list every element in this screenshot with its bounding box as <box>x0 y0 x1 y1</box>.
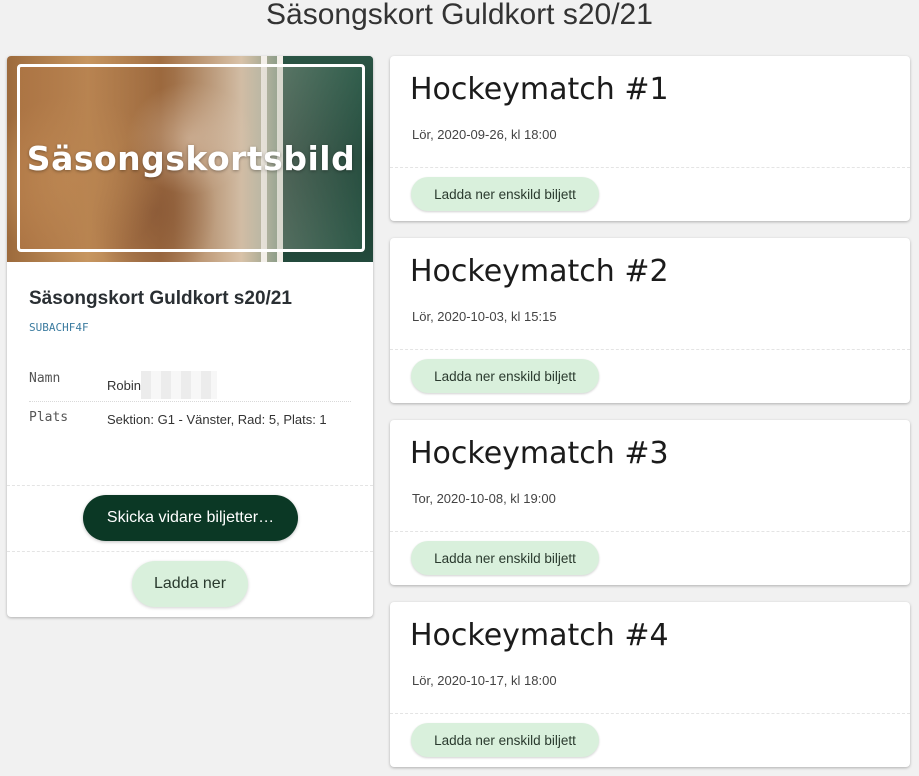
info-value-name: Robin <box>107 371 347 399</box>
download-button[interactable]: Ladda ner <box>132 561 248 607</box>
season-card-image: Säsongskortsbild <box>7 56 373 262</box>
match-date: Lör, 2020-10-17, kl 18:00 <box>412 673 557 688</box>
match-date: Lör, 2020-10-03, kl 15:15 <box>412 309 557 324</box>
match-date: Tor, 2020-10-08, kl 19:00 <box>412 491 556 506</box>
match-date: Lör, 2020-09-26, kl 18:00 <box>412 127 557 142</box>
info-label-place: Plats <box>29 410 69 425</box>
info-label-name: Namn <box>29 371 61 386</box>
download-single-ticket-button[interactable]: Ladda ner enskild biljett <box>411 177 599 211</box>
divider <box>390 713 910 714</box>
forward-tickets-button[interactable]: Skicka vidare biljetter… <box>83 495 298 541</box>
divider <box>390 167 910 168</box>
match-card: Hockeymatch #3 Tor, 2020-10-08, kl 19:00… <box>390 420 910 585</box>
redacted-surname <box>140 371 217 399</box>
info-value-place: Sektion: G1 - Vänster, Rad: 5, Plats: 1 <box>107 412 327 427</box>
match-title: Hockeymatch #3 <box>410 436 669 471</box>
season-card-code: SUBACHF4F <box>29 321 89 334</box>
page-title: Säsongskort Guldkort s20/21 <box>266 0 653 31</box>
match-title: Hockeymatch #2 <box>410 254 669 289</box>
match-card: Hockeymatch #4 Lör, 2020-10-17, kl 18:00… <box>390 602 910 767</box>
download-single-ticket-button[interactable]: Ladda ner enskild biljett <box>411 541 599 575</box>
match-card: Hockeymatch #1 Lör, 2020-09-26, kl 18:00… <box>390 56 910 221</box>
season-card: Säsongskortsbild Säsongskort Guldkort s2… <box>7 56 373 617</box>
season-card-title: Säsongskort Guldkort s20/21 <box>29 288 292 309</box>
match-title: Hockeymatch #4 <box>410 618 669 653</box>
match-card: Hockeymatch #2 Lör, 2020-10-03, kl 15:15… <box>390 238 910 403</box>
image-frame: Säsongskortsbild <box>17 64 365 252</box>
info-row-name: Namn Robin <box>29 368 351 402</box>
divider <box>390 531 910 532</box>
divider <box>7 551 373 552</box>
divider <box>390 349 910 350</box>
divider <box>7 485 373 486</box>
info-row-place: Plats Sektion: G1 - Vänster, Rad: 5, Pla… <box>29 410 351 470</box>
download-single-ticket-button[interactable]: Ladda ner enskild biljett <box>411 723 599 757</box>
download-single-ticket-button[interactable]: Ladda ner enskild biljett <box>411 359 599 393</box>
image-caption: Säsongskortsbild <box>26 138 356 178</box>
match-title: Hockeymatch #1 <box>410 72 669 107</box>
